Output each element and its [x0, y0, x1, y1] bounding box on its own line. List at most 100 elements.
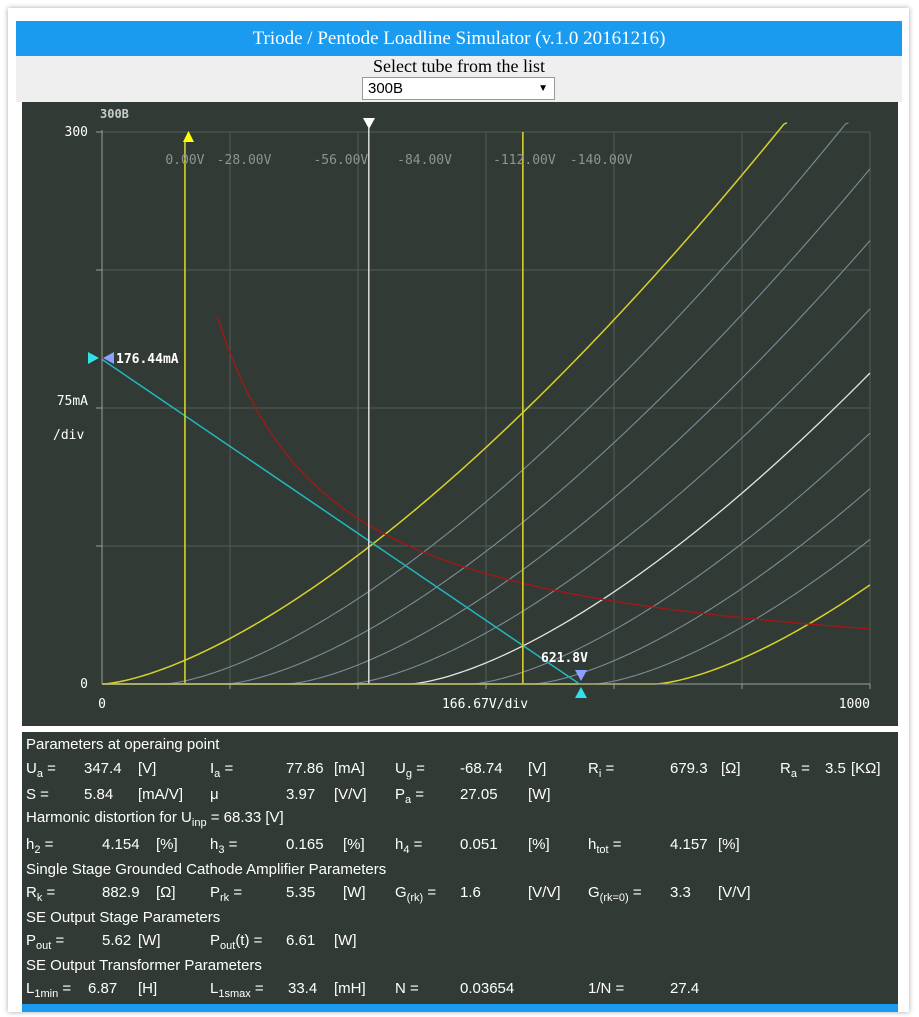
ia-value: 77.86 — [286, 760, 324, 777]
h3-value: 0.165 — [286, 836, 324, 853]
tube-curve — [101, 122, 788, 685]
h4-label: h4 = — [395, 836, 423, 856]
h2-label: h2 = — [26, 836, 54, 856]
prk-unit: [W] — [343, 884, 366, 901]
op-params-heading: Parameters at operaing point — [26, 736, 220, 753]
ra-label: Ra = — [780, 760, 810, 780]
x-axis-max-label: 1000 — [839, 697, 870, 712]
s-value: 5.84 — [84, 786, 114, 803]
top-swing-marker-icon[interactable] — [183, 131, 194, 142]
grk0-value: 3.3 — [670, 884, 691, 901]
tube-curve — [102, 122, 849, 685]
max-dissipation-curve — [216, 315, 871, 630]
inv-n-value: 27.4 — [670, 980, 700, 997]
ia-label: Ia = — [210, 760, 234, 780]
l1min-label: L1min = — [26, 980, 72, 1000]
voltage-marker-cyan-icon[interactable] — [575, 687, 587, 698]
rk-unit: [Ω] — [156, 884, 176, 901]
grid-voltage-labels: 0.00V -28.00V -56.00V -84.00V -112.00V -140.0… — [165, 153, 632, 168]
s-unit: [mA/V] — [138, 786, 184, 803]
pa-label: Pa = — [395, 786, 425, 806]
x-axis-zero-label: 0 — [98, 697, 106, 712]
mu-value: 3.97 — [286, 786, 316, 803]
ug-label: Ug = — [395, 760, 425, 780]
tube-select-label: Select tube from the list — [373, 56, 545, 76]
se-transformer-heading: SE Output Transformer Parameters — [26, 957, 262, 974]
n-label: N = — [395, 980, 419, 997]
voltage-max-label: 621.8V — [541, 651, 588, 666]
poutt-value: 6.61 — [286, 932, 316, 949]
l1smax-label: L1smax = — [210, 980, 264, 1000]
grk0-label: G(rk=0) = — [588, 884, 642, 904]
htot-value: 4.157 — [670, 836, 708, 853]
n-value: 0.03654 — [460, 980, 515, 997]
h4-value: 0.051 — [460, 836, 498, 853]
ri-label: Ri = — [588, 760, 615, 780]
h3-label: h3 = — [210, 836, 238, 856]
rk-value: 882.9 — [102, 884, 140, 901]
pa-value: 27.05 — [460, 786, 498, 803]
ia-unit: [mA] — [334, 760, 365, 777]
ua-unit: [V] — [138, 760, 157, 777]
prk-value: 5.35 — [286, 884, 316, 901]
app-title: Triode / Pentode Loadline Simulator (v.1… — [16, 21, 902, 56]
y-axis-zero-label: 0 — [80, 677, 88, 692]
ua-value: 347.4 — [84, 760, 122, 777]
inv-n-label: 1/N = — [588, 980, 625, 997]
h4-unit: [%] — [528, 836, 550, 853]
sscg-heading: Single Stage Grounded Cathode Amplifier … — [26, 861, 387, 878]
loadline-chart[interactable]: 300B 300 75mA /div 0 0 166.67V/div 1000 … — [22, 102, 898, 726]
grid-voltage-label: -56.00V — [313, 153, 368, 168]
grk-value: 1.6 — [460, 884, 481, 901]
grk-unit: [V/V] — [528, 884, 561, 901]
poutt-unit: [W] — [334, 932, 357, 949]
voltage-marker-blue-icon[interactable] — [575, 670, 587, 681]
ug-value: -68.74 — [460, 760, 503, 777]
pa-unit: [W] — [528, 786, 551, 803]
tube-select[interactable]: 300B ▼ — [362, 77, 555, 100]
grid-voltage-label: -112.00V — [493, 153, 556, 168]
grid-voltage-label: -140.00V — [570, 153, 633, 168]
h3-unit: [%] — [343, 836, 365, 853]
tube-select-area: Select tube from the list 300B ▼ — [16, 56, 902, 102]
pout-unit: [W] — [138, 932, 161, 949]
loadline-plot[interactable]: 300B 300 75mA /div 0 0 166.67V/div 1000 … — [22, 102, 898, 726]
htot-label: htot = — [588, 836, 622, 856]
parameters-panel: Parameters at operaing point Ua = 347.4 … — [22, 732, 898, 1004]
rk-label: Rk = — [26, 884, 56, 904]
x-axis-scale-label: 166.67V/div — [442, 697, 528, 712]
ra-unit: [KΩ] — [851, 760, 881, 777]
mu-unit: [V/V] — [334, 786, 367, 803]
grk0-unit: [V/V] — [718, 884, 751, 901]
htot-unit: [%] — [718, 836, 740, 853]
h2-unit: [%] — [156, 836, 178, 853]
current-max-label: 176.44mA — [116, 352, 179, 367]
poutt-label: Pout(t) = — [210, 932, 263, 952]
grk-label: G(rk) = — [395, 884, 437, 904]
l1smax-unit: [mH] — [334, 980, 366, 997]
ug-unit: [V] — [528, 760, 547, 777]
y-axis-unit-label: /div — [53, 428, 84, 443]
s-label: S = — [26, 786, 49, 803]
grid-voltage-label: -84.00V — [397, 153, 452, 168]
current-marker-blue-icon[interactable] — [103, 352, 114, 364]
ra-value: 3.5 — [825, 760, 846, 777]
harmonic-heading: Harmonic distortion for Uinp = 68.33 [V] — [26, 809, 284, 829]
y-axis-scale-label: 75mA — [57, 394, 88, 409]
ri-unit: [Ω] — [721, 760, 741, 777]
mu-label: μ — [210, 786, 219, 803]
l1min-unit: [H] — [138, 980, 158, 997]
ua-label: Ua = — [26, 760, 56, 780]
se-output-heading: SE Output Stage Parameters — [26, 909, 221, 926]
current-marker-cyan-icon[interactable] — [88, 352, 99, 364]
bottom-accent-bar — [22, 1004, 898, 1012]
top-operating-marker-icon[interactable] — [363, 118, 375, 129]
y-axis-top-label: 300 — [65, 125, 88, 140]
pout-label: Pout = — [26, 932, 65, 952]
plot-grid — [96, 131, 871, 689]
grid-voltage-label: 0.00V — [165, 153, 204, 168]
tube-select-value: 300B — [368, 80, 404, 97]
ri-value: 679.3 — [670, 760, 708, 777]
h2-value: 4.154 — [102, 836, 140, 853]
tube-name-label: 300B — [100, 107, 129, 121]
